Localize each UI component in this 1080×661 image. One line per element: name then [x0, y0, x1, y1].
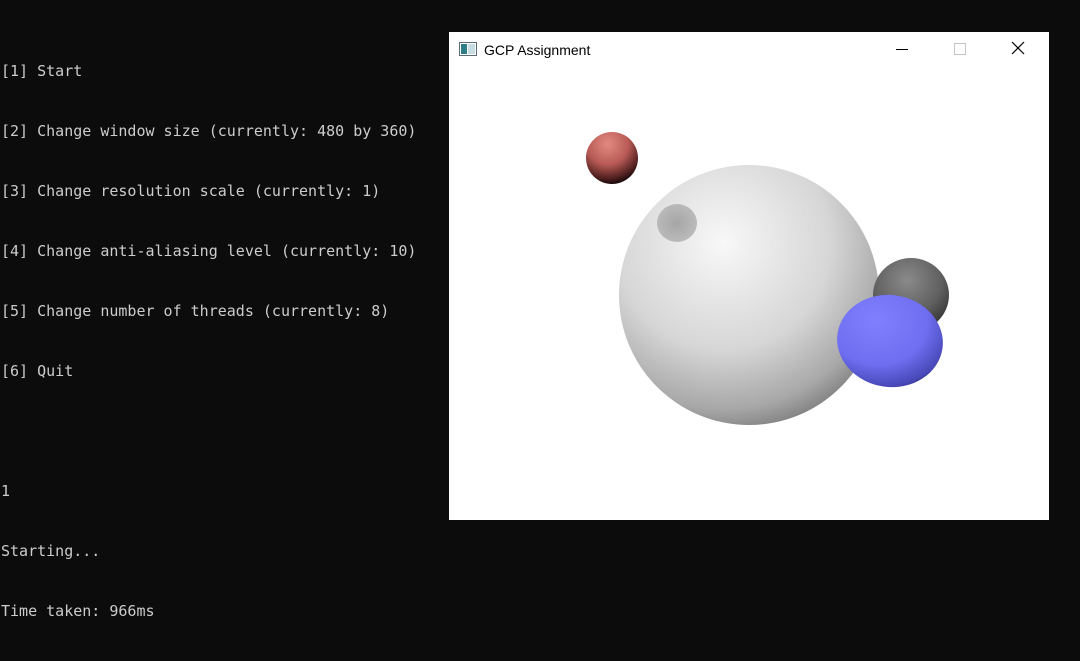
render-canvas [449, 69, 1049, 520]
render-window[interactable]: GCP Assignment [449, 32, 1049, 520]
large-white-sphere [619, 165, 879, 425]
console-line: Starting... [1, 542, 101, 560]
sphere-shadow [657, 204, 697, 242]
console-line: [4] Change anti-aliasing level (currentl… [1, 242, 417, 260]
console-output: [1] Start [2] Change window size (curren… [1, 21, 416, 661]
small-red-sphere [586, 132, 638, 184]
console-line: [2] Change window size (currently: 480 b… [1, 122, 417, 140]
console-line: Time taken: 966ms [1, 602, 155, 620]
console-line: [6] Quit [1, 362, 74, 380]
console-line: 1 [1, 482, 11, 500]
console-line: [3] Change resolution scale (currently: … [1, 182, 381, 200]
maximize-icon [954, 42, 966, 60]
window-title: GCP Assignment [484, 42, 591, 58]
console-line: [5] Change number of threads (currently:… [1, 302, 390, 320]
window-titlebar[interactable]: GCP Assignment [449, 32, 1049, 69]
app-window-icon[interactable] [459, 42, 477, 56]
close-icon [1011, 41, 1025, 60]
close-button[interactable] [989, 32, 1047, 69]
console-line: [1] Start [1, 62, 83, 80]
maximize-button[interactable] [931, 32, 989, 69]
minimize-button[interactable] [873, 32, 931, 69]
rendered-scene [586, 132, 949, 425]
minimize-icon [896, 42, 908, 60]
